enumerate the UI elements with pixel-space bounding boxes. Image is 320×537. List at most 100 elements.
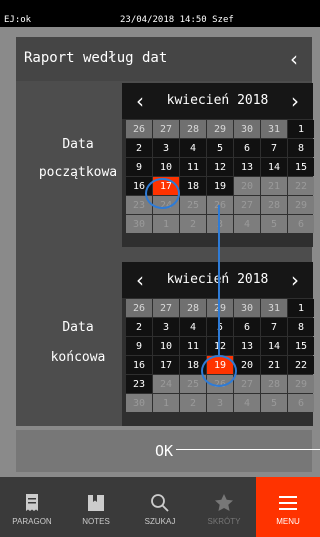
start-day-cell[interactable]: 9 [126,158,152,176]
start-day-cell: 20 [234,177,260,195]
end-day-cell[interactable]: 13 [234,337,260,355]
end-day-cell[interactable]: 10 [153,337,179,355]
start-day-cell[interactable]: 28 [180,120,206,138]
start-day-cell[interactable]: 11 [180,158,206,176]
nav-item-skróty[interactable]: SKRÓTY [192,477,256,537]
start-day-cell[interactable]: 19 [207,177,233,195]
start-day-cell: 29 [288,196,314,214]
report-header: Raport według dat ‹ [16,37,312,81]
star-icon [214,489,234,517]
start-day-cell[interactable]: 6 [234,139,260,157]
nav-item-label: SKRÓTY [207,516,241,526]
end-day-cell: 24 [153,375,179,393]
end-day-cell[interactable]: 7 [261,318,287,336]
end-day-cell[interactable]: 17 [153,356,179,374]
start-day-cell: 3 [207,215,233,233]
end-day-cell[interactable]: 22 [288,356,314,374]
start-day-cell: 26 [207,196,233,214]
end-day-cell[interactable]: 9 [126,337,152,355]
end-day-cell: 28 [261,375,287,393]
end-day-cell[interactable]: 27 [153,299,179,317]
notebook-icon [87,489,105,517]
start-date-label-line1: Data [62,137,94,152]
start-day-cell: 21 [261,177,287,195]
start-day-cell: 25 [180,196,206,214]
next-month-icon[interactable]: › [291,268,299,292]
start-month-label: kwiecień 2018 [166,93,269,108]
start-day-cell: 1 [153,215,179,233]
end-day-cell: 1 [153,394,179,412]
status-mode: EJ:ok [4,15,32,25]
end-day-cell[interactable]: 4 [180,318,206,336]
end-day-cell[interactable]: 2 [126,318,152,336]
nav-item-label: NOTES [82,516,110,526]
start-day-cell[interactable]: 31 [261,120,287,138]
start-calendar-header: ‹ kwiecień 2018 › [122,83,313,119]
nav-item-szukaj[interactable]: SZUKAJ [128,477,192,537]
start-day-cell[interactable]: 29 [207,120,233,138]
receipt-icon [24,489,40,517]
start-day-cell[interactable]: 2 [126,139,152,157]
start-day-cell[interactable]: 3 [153,139,179,157]
end-day-cell[interactable]: 1 [288,299,314,317]
start-day-cell: 4 [234,215,260,233]
start-day-cell[interactable]: 30 [234,120,260,138]
start-day-cell: 22 [288,177,314,195]
nav-item-paragon[interactable]: PARAGON [0,477,64,537]
start-selection-ring [145,178,180,209]
start-day-cell: 2 [180,215,206,233]
end-day-cell[interactable]: 30 [234,299,260,317]
start-day-cell: 27 [234,196,260,214]
nav-item-label: MENU [276,516,300,526]
end-day-cell[interactable]: 5 [207,318,233,336]
end-date-label-line1: Data [62,320,94,335]
ok-pointer-line [176,449,320,450]
start-date-label-line2: początkowa [38,165,118,180]
end-day-cell[interactable]: 21 [261,356,287,374]
selection-connector-line [218,205,220,357]
start-day-cell: 30 [126,215,152,233]
start-day-cell[interactable]: 13 [234,158,260,176]
start-day-cell[interactable]: 8 [288,139,314,157]
start-day-cell[interactable]: 7 [261,139,287,157]
end-day-cell: 4 [234,394,260,412]
chevron-left-icon[interactable]: ‹ [290,47,298,71]
bottom-navigation: PARAGON NOTES SZUKAJ SKRÓTY MENU [0,477,320,537]
end-day-cell: 27 [234,375,260,393]
nav-item-notes[interactable]: NOTES [64,477,128,537]
next-month-icon[interactable]: › [291,89,299,113]
end-day-cell[interactable]: 12 [207,337,233,355]
status-datetime: 23/04/2018 14:50 Szef [120,15,234,25]
end-day-cell[interactable]: 29 [207,299,233,317]
start-day-cell[interactable]: 14 [261,158,287,176]
end-day-cell[interactable]: 11 [180,337,206,355]
start-day-cell[interactable]: 12 [207,158,233,176]
end-day-cell[interactable]: 15 [288,337,314,355]
end-day-cell[interactable]: 16 [126,356,152,374]
start-day-cell[interactable]: 1 [288,120,314,138]
start-day-cell[interactable]: 26 [126,120,152,138]
end-date-label-line2: końcowa [50,350,106,365]
end-day-cell: 2 [180,394,206,412]
end-day-cell[interactable]: 20 [234,356,260,374]
start-day-cell[interactable]: 10 [153,158,179,176]
end-day-cell[interactable]: 31 [261,299,287,317]
nav-item-menu[interactable]: MENU [256,477,320,537]
start-day-cell[interactable]: 5 [207,139,233,157]
end-day-cell[interactable]: 26 [126,299,152,317]
start-day-cell[interactable]: 27 [153,120,179,138]
start-day-cell[interactable]: 4 [180,139,206,157]
end-day-cell[interactable]: 28 [180,299,206,317]
end-day-cell[interactable]: 14 [261,337,287,355]
nav-item-label: SZUKAJ [144,516,176,526]
end-day-cell: 5 [261,394,287,412]
start-day-cell: 28 [261,196,287,214]
end-day-cell[interactable]: 3 [153,318,179,336]
start-day-cell[interactable]: 18 [180,177,206,195]
end-day-cell[interactable]: 8 [288,318,314,336]
end-day-cell[interactable]: 6 [234,318,260,336]
end-day-cell[interactable]: 23 [126,375,152,393]
end-selection-ring [201,355,237,387]
ok-button[interactable]: OK [16,430,312,472]
start-day-cell[interactable]: 15 [288,158,314,176]
